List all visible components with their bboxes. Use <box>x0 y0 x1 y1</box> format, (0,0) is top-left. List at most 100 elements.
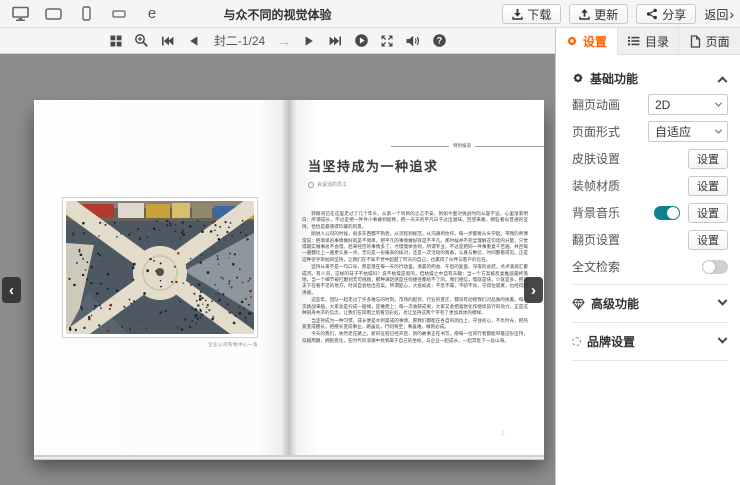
settings-panel: 基础功能 翻页动画 2D 页面形式 自适应 皮肤设置 设置 <box>556 55 740 361</box>
autoplay-icon[interactable] <box>353 33 369 49</box>
mall-crowd-photo <box>62 197 258 338</box>
background-music-settings-button[interactable]: 设置 <box>688 203 728 223</box>
flip-settings-label: 翻页设置 <box>572 231 620 248</box>
fulltext-search-toggle[interactable] <box>702 260 728 274</box>
back-link[interactable]: 返回 › <box>704 6 734 23</box>
row-background-music: 背景音乐 设置 <box>572 199 728 226</box>
chevron-down-icon <box>715 127 722 134</box>
photo-caption: 企业公司购物中心一角 <box>62 342 258 348</box>
header-line-left <box>391 146 449 147</box>
chevron-down-icon <box>715 100 722 107</box>
flip-animation-value: 2D <box>655 98 670 112</box>
background-music-label: 背景音乐 <box>572 204 620 221</box>
book-right-page[interactable]: 特别报道 当坚持成为一种追求 会说话的员工 转眼间已在这里走过了几个年头，从第一… <box>289 100 544 455</box>
svg-text:?: ? <box>436 36 442 46</box>
toc-list-icon <box>627 35 640 47</box>
binding-material-button[interactable]: 设置 <box>688 176 728 196</box>
article-header-label: 特别报道 <box>449 143 475 149</box>
book-left-page[interactable]: 企业公司购物中心一角 <box>34 100 289 455</box>
update-button[interactable]: 更新 <box>569 4 628 24</box>
divider <box>572 284 728 285</box>
prev-page-icon[interactable] <box>186 33 202 49</box>
dashed-circle-icon <box>572 337 581 346</box>
row-fulltext-search: 全文检索 <box>572 253 728 280</box>
fulltext-search-label: 全文检索 <box>572 258 620 275</box>
article-byline: 会说话的员工 <box>308 181 347 188</box>
row-skin-settings: 皮肤设置 设置 <box>572 145 728 172</box>
browser-e-icon[interactable]: e <box>142 5 162 23</box>
tablet-landscape-icon[interactable] <box>43 5 63 23</box>
chevron-right-icon: › <box>729 6 734 22</box>
tab-pages-label: 页面 <box>706 33 730 50</box>
goto-arrow-icon[interactable]: → <box>277 33 291 49</box>
help-icon[interactable]: ? <box>431 33 447 49</box>
last-page-icon[interactable] <box>327 33 343 49</box>
chevron-down-icon <box>718 334 728 344</box>
phone-portrait-icon[interactable] <box>76 5 96 23</box>
download-label: 下载 <box>527 6 551 23</box>
prev-page-arrow-button[interactable]: ‹ <box>2 277 21 303</box>
top-toolbar: e 与众不同的视觉体验 下载 更新 分享 返回 › <box>0 0 740 28</box>
page-number: 1 <box>501 430 505 437</box>
share-icon <box>646 8 658 20</box>
share-button[interactable]: 分享 <box>636 4 696 24</box>
desktop-icon[interactable] <box>10 5 30 23</box>
sound-icon[interactable] <box>405 33 421 49</box>
tab-settings[interactable]: 设置 <box>556 28 618 55</box>
update-label: 更新 <box>594 6 618 23</box>
row-flip-settings: 翻页设置 设置 <box>572 226 728 253</box>
section-brand-settings[interactable]: 品牌设置 <box>572 327 728 356</box>
header-line-right <box>475 146 544 147</box>
zoom-in-icon[interactable] <box>134 33 150 49</box>
page-mode-value: 自适应 <box>655 123 691 140</box>
page-mode-label: 页面形式 <box>572 123 620 140</box>
tab-pages[interactable]: 页面 <box>679 28 740 55</box>
page-indicator[interactable]: 封二-1/24 <box>214 32 265 49</box>
section-advanced-functions[interactable]: 高级功能 <box>572 289 728 318</box>
next-page-arrow-button[interactable]: › <box>524 277 543 303</box>
sidebar-tabs: 设置 目录 页面 <box>556 28 740 55</box>
chevron-down-icon <box>718 296 728 306</box>
viewer-toolbar: 封二-1/24 → ? <box>0 28 555 54</box>
page-mode-select[interactable]: 自适应 <box>648 121 728 142</box>
flipbook: 企业公司购物中心一角 特别报道 当坚持成为一种追求 会说话的员工 转眼间已在这里… <box>34 100 544 455</box>
skin-settings-label: 皮肤设置 <box>572 150 620 167</box>
article-header-rule: 特别报道 <box>391 142 544 150</box>
phone-landscape-icon[interactable] <box>109 5 129 23</box>
article-body: 转眼间已在这里走过了几个年头，从第一个项目的忐忑不安，到如今面对挑战时的从容不迫… <box>302 211 528 439</box>
next-page-icon[interactable] <box>301 33 317 49</box>
fullscreen-icon[interactable] <box>379 33 395 49</box>
share-label: 分享 <box>662 6 686 23</box>
section-brand-label: 品牌设置 <box>587 333 635 350</box>
chevron-up-icon <box>718 76 728 86</box>
section-basic-functions[interactable]: 基础功能 <box>572 65 728 91</box>
tab-toc-label: 目录 <box>645 33 669 50</box>
flipbook-editor-window: e 与众不同的视觉体验 下载 更新 分享 返回 › <box>0 0 740 485</box>
flip-animation-label: 翻页动画 <box>572 96 620 113</box>
toggle-knob <box>667 207 679 219</box>
row-binding-material: 装帧材质 设置 <box>572 172 728 199</box>
thumbnails-icon[interactable] <box>108 33 124 49</box>
gem-icon <box>572 298 585 310</box>
section-advanced-label: 高级功能 <box>591 295 639 312</box>
tab-settings-label: 设置 <box>583 33 607 50</box>
flip-settings-button[interactable]: 设置 <box>688 230 728 250</box>
settings-sidebar: 设置 目录 页面 基础功能 翻页动画 2D <box>555 28 740 485</box>
divider <box>572 360 728 361</box>
download-button[interactable]: 下载 <box>502 4 561 24</box>
gear-icon <box>566 35 578 47</box>
page-file-icon <box>690 35 701 48</box>
gear-icon <box>572 72 584 84</box>
author-name: 会说话的员工 <box>317 181 347 188</box>
toggle-knob <box>703 261 715 273</box>
tab-toc[interactable]: 目录 <box>618 28 680 55</box>
download-icon <box>512 8 523 20</box>
author-avatar-circle-icon <box>308 182 314 188</box>
background-music-toggle[interactable] <box>654 206 680 220</box>
skin-settings-button[interactable]: 设置 <box>688 149 728 169</box>
row-flip-animation: 翻页动画 2D <box>572 91 728 118</box>
viewer-stage: 企业公司购物中心一角 特别报道 当坚持成为一种追求 会说话的员工 转眼间已在这里… <box>0 54 555 485</box>
flip-animation-select[interactable]: 2D <box>648 94 728 115</box>
first-page-icon[interactable] <box>160 33 176 49</box>
back-label: 返回 <box>704 6 728 23</box>
